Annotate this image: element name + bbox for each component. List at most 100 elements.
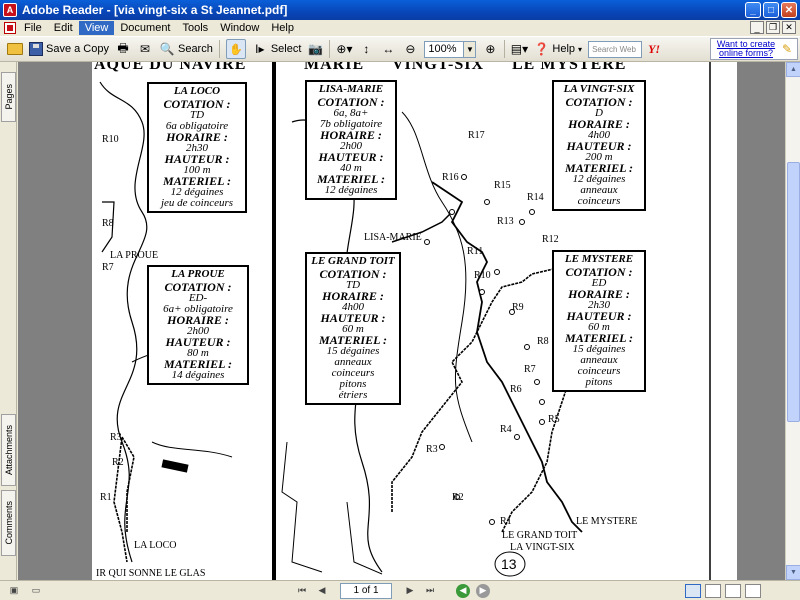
next-view-icon[interactable]: ▶ [476,583,490,598]
header-mid3: LE MYSTERE [512,62,627,73]
route-title: LISA-MARIE [318,83,384,95]
save-copy-button[interactable]: Save a Copy [26,38,112,60]
title-bar[interactable]: A Adobe Reader - [via vingt-six a St Jea… [0,0,800,20]
continuous-layout-icon[interactable] [705,583,721,598]
menu-bar: File Edit View Document Tools Window Hel… [0,20,800,36]
document-icon[interactable] [4,22,16,34]
menu-tools[interactable]: Tools [177,21,215,35]
yahoo-logo: Y! [648,41,661,56]
zoom-tool-button[interactable]: ⊕▾ [333,38,355,60]
zoom-in-button[interactable]: ⊕ [479,38,501,60]
help-label: Help [552,43,576,55]
belay-label: R9 [512,302,524,313]
belay-marker [539,419,545,425]
menu-help[interactable]: Help [265,21,300,35]
zoom-in-icon: ⊕ [485,42,496,56]
chevron-down-icon[interactable]: ▼ [464,40,477,58]
tab-pages[interactable]: Pages [1,72,16,122]
search-web-field[interactable]: Search Web [585,38,645,60]
select-label: Select [270,43,302,55]
route-title: LA VINGT-SIX [563,83,635,95]
belay-marker [514,434,520,440]
doc-restore-button[interactable]: ❐ [766,21,780,34]
print-button[interactable]: 🖶 [112,38,134,60]
camera-icon: 📷 [307,42,323,56]
route-box-la-vingt-six: LA VINGT-SIX COTATION : D HORAIRE : 4h00… [552,80,646,211]
page-number-field[interactable]: 1 of 1 [340,582,392,599]
doc-minimize-button[interactable]: _ [750,21,764,34]
belay-label: R4 [500,424,512,435]
page-thumbnail-icon[interactable]: ▭ [28,584,44,598]
vertical-scrollbar[interactable]: ▲ ▼ [785,62,800,580]
belay-label: R8 [537,336,549,347]
adobe-reader-icon[interactable]: A [3,3,17,17]
toolbar: Save a Copy 🖶 ✉ 🔍 Search ✋ I▸ Select 📷 ⊕… [0,36,800,62]
previous-view-icon[interactable]: ◀ [456,583,470,598]
belay-label: R11 [467,246,484,257]
help-button[interactable]: ❓ Help ▾ [530,38,585,60]
search-label: Search [177,43,213,55]
promo-link[interactable]: Want to create online forms? [713,40,779,58]
rock-patch [161,459,189,473]
field-value: jeu de coinceurs [160,197,234,209]
route-box-lisa-marie: LISA-MARIE COTATION : 6a, 8a+ 7b obligat… [305,80,397,200]
first-page-button[interactable]: ⏮ [294,584,310,598]
route-title: LE MYSTERE [564,253,634,265]
continuous-facing-layout-icon[interactable] [745,583,761,598]
belay-marker [524,344,530,350]
open-button[interactable] [4,38,26,60]
menu-file[interactable]: File [18,21,48,35]
search-button[interactable]: 🔍 Search [156,38,216,60]
tab-comments[interactable]: Comments [1,490,16,556]
header-left: AQUE DU NAVIRE [94,62,247,73]
create-forms-promo[interactable]: Want to create online forms? ✎ [710,38,798,60]
printer-icon: 🖶 [117,40,129,55]
yahoo-button[interactable]: Y! [645,38,663,60]
scroll-down-arrow-icon[interactable]: ▼ [786,565,800,580]
snapshot-button[interactable]: 📷 [304,38,326,60]
previous-page-button[interactable]: ◀ [314,584,330,598]
hand-tool-button[interactable]: ✋ [223,38,249,60]
field-value: coinceurs [577,195,621,207]
maximize-button[interactable]: □ [763,2,779,18]
document-window-controls: _ ❐ ✕ [750,21,796,34]
fit-height-button[interactable]: ↕ [355,38,377,60]
facing-layout-icon[interactable] [725,583,741,598]
belay-label: R16 [442,172,459,183]
single-page-layout-icon[interactable] [685,583,701,598]
belay-label: R10 [102,134,119,145]
page-layout-button[interactable]: ▤▾ [508,38,530,60]
next-page-button[interactable]: ▶ [402,584,418,598]
zoom-out-icon: ⊖ [405,42,416,56]
menu-view[interactable]: View [78,21,115,35]
page-fold [272,62,276,580]
belay-marker [424,239,430,245]
search-web-input[interactable]: Search Web [588,40,643,58]
zoom-select[interactable]: 100% ▼ [421,38,479,60]
belay-label: R5 [548,414,560,425]
zoom-out-button[interactable]: ⊖ [399,38,421,60]
pdf-page: AQUE DU NAVIRE MARIE VINGT-SIX LE MYSTER… [92,62,737,580]
zoom-input[interactable]: 100% [424,40,465,58]
minimize-button[interactable]: _ [745,2,761,18]
document-status-icon[interactable]: ▣ [6,584,22,598]
doc-close-button[interactable]: ✕ [782,21,796,34]
route-name-label: LA VINGT-SIX [510,542,575,553]
menu-edit[interactable]: Edit [48,21,79,35]
fit-width-button[interactable]: ↔ [377,38,399,60]
hand-icon: ✋ [225,39,246,59]
belay-label: R3 [110,432,122,443]
scroll-thumb[interactable] [787,162,800,422]
select-tool-button[interactable]: I▸ Select [249,38,305,60]
last-page-button[interactable]: ⏭ [422,584,438,598]
email-button[interactable]: ✉ [134,38,156,60]
toolbar-divider [218,40,220,58]
belay-label: R7 [102,262,114,273]
tab-attachments[interactable]: Attachments [1,414,16,486]
belay-marker [534,379,540,385]
scroll-up-arrow-icon[interactable]: ▲ [786,62,800,77]
document-viewport[interactable]: AQUE DU NAVIRE MARIE VINGT-SIX LE MYSTER… [18,62,785,580]
menu-document[interactable]: Document [114,21,176,35]
close-button[interactable]: ✕ [781,2,797,18]
menu-window[interactable]: Window [214,21,265,35]
